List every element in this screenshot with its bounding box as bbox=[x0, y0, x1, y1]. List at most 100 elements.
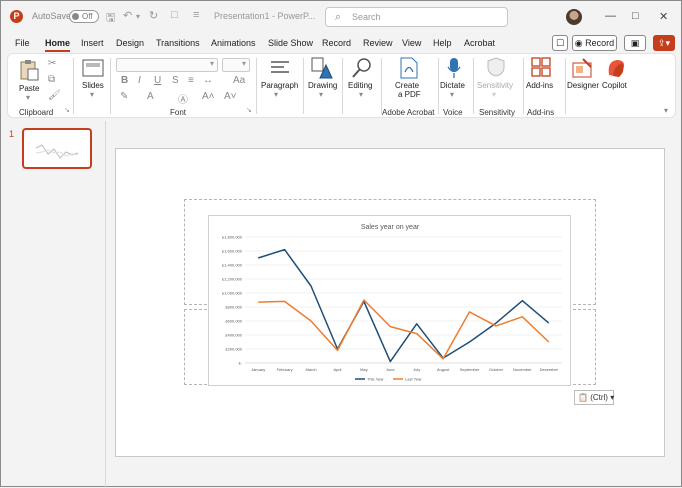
redo-icon[interactable]: ↻ bbox=[149, 9, 158, 22]
divider bbox=[438, 58, 439, 114]
increase-font-size-icon[interactable]: A˄ bbox=[202, 91, 215, 102]
editing-label[interactable]: Editing bbox=[348, 81, 372, 90]
save-icon[interactable]: 🖫 bbox=[106, 9, 115, 28]
divider bbox=[565, 58, 566, 114]
add-ins-icon[interactable] bbox=[531, 57, 551, 77]
italic-button[interactable]: I bbox=[138, 75, 141, 86]
x-tick-label: March bbox=[305, 367, 316, 372]
x-tick-label: October bbox=[489, 367, 504, 372]
microphone-icon[interactable] bbox=[446, 57, 462, 79]
tab-home[interactable]: Home bbox=[45, 38, 71, 52]
tab-view[interactable]: View bbox=[402, 38, 421, 48]
paragraph-label[interactable]: Paragraph bbox=[261, 81, 298, 90]
paragraph-icon[interactable] bbox=[270, 59, 290, 77]
font-launcher-icon[interactable]: ↘ bbox=[246, 106, 252, 114]
paste-options-label: (Ctrl) bbox=[590, 393, 608, 402]
tab-acrobat[interactable]: Acrobat bbox=[464, 38, 495, 48]
x-tick-label: August bbox=[437, 367, 450, 372]
create-pdf-label-2[interactable]: a PDF bbox=[398, 90, 421, 99]
tab-design[interactable]: Design bbox=[116, 38, 144, 48]
y-tick-label: £- bbox=[238, 361, 242, 366]
tab-animations[interactable]: Animations bbox=[211, 38, 256, 48]
font-name-dropdown[interactable]: ▾ bbox=[116, 58, 218, 72]
decrease-font-size-icon[interactable]: A˅ bbox=[224, 91, 237, 102]
undo-dropdown-icon[interactable]: ▾ bbox=[136, 12, 140, 21]
tab-slide-show[interactable]: Slide Show bbox=[268, 38, 313, 48]
y-tick-label: £1,000,000 bbox=[222, 291, 243, 296]
designer-icon[interactable] bbox=[571, 57, 593, 79]
title-bar: P AutoSave Off 🖫 ↶ ▾ ↻ □ ≡ Presentation1… bbox=[1, 1, 681, 33]
designer-label[interactable]: Designer bbox=[567, 81, 599, 90]
font-color-icon[interactable]: A bbox=[147, 91, 154, 102]
slides-dropdown-icon[interactable]: ▾ bbox=[90, 90, 94, 99]
font-size-dropdown[interactable]: ▾ bbox=[222, 58, 250, 72]
record-dot-icon: ◉ bbox=[574, 38, 583, 48]
tab-file[interactable]: File bbox=[15, 38, 30, 48]
divider bbox=[256, 58, 257, 114]
sensitivity-dropdown-icon[interactable]: ▾ bbox=[492, 90, 496, 99]
autosave-toggle[interactable]: Off bbox=[69, 10, 99, 23]
create-pdf-label-1[interactable]: Create bbox=[395, 81, 419, 90]
highlight-icon[interactable]: ✎ bbox=[120, 91, 128, 102]
clipboard-launcher-icon[interactable]: ↘ bbox=[64, 106, 70, 114]
format-painter-icon[interactable]: 🖌 bbox=[48, 90, 61, 101]
customize-toolbar-icon[interactable]: ≡ bbox=[193, 9, 199, 21]
strikethrough-button[interactable]: S bbox=[172, 75, 179, 86]
underline-button[interactable]: U bbox=[154, 75, 161, 86]
chart-svg: Sales year on year £- £200,000 £400,000 £60… bbox=[222, 224, 562, 382]
x-tick-label: January bbox=[251, 367, 265, 372]
slides-label[interactable]: Slides bbox=[82, 81, 104, 90]
chevron-down-icon: ▾ bbox=[241, 59, 246, 68]
editing-dropdown-icon[interactable]: ▾ bbox=[359, 90, 363, 99]
find-icon[interactable] bbox=[351, 57, 373, 79]
paste-options-button[interactable]: 📋 (Ctrl) ▾ bbox=[574, 390, 614, 405]
comments-icon[interactable]: ☐ bbox=[552, 35, 568, 51]
collapse-ribbon-icon[interactable]: ▾ bbox=[664, 106, 668, 115]
clear-formatting-icon[interactable]: Ⓐ bbox=[178, 91, 188, 106]
minimize-icon[interactable]: — bbox=[605, 10, 616, 22]
dictate-dropdown-icon[interactable]: ▾ bbox=[450, 90, 454, 99]
divider bbox=[73, 58, 74, 114]
paste-icon[interactable] bbox=[18, 58, 40, 82]
dictate-label[interactable]: Dictate bbox=[440, 81, 465, 90]
legend-label: Last Year bbox=[405, 377, 422, 382]
present-teams-icon[interactable]: ▣ bbox=[624, 35, 646, 51]
y-tick-label: £400,000 bbox=[225, 333, 242, 338]
character-spacing-icon[interactable]: ↔ bbox=[203, 75, 213, 86]
bold-button[interactable]: B bbox=[121, 75, 128, 86]
paste-dropdown-icon[interactable]: ▾ bbox=[26, 93, 30, 102]
copy-icon[interactable]: ⧉ bbox=[48, 74, 55, 85]
copilot-label[interactable]: Copilot bbox=[602, 81, 627, 90]
tab-record[interactable]: Record bbox=[322, 38, 351, 48]
tab-transitions[interactable]: Transitions bbox=[156, 38, 200, 48]
record-button[interactable]: ◉ Record bbox=[572, 35, 617, 51]
paste-label[interactable]: Paste bbox=[19, 84, 39, 93]
maximize-icon[interactable]: □ bbox=[632, 10, 639, 22]
undo-icon[interactable]: ↶ bbox=[123, 9, 132, 22]
line-chart[interactable]: Sales year on year £- £200,000 £400,000 £60… bbox=[208, 215, 571, 386]
add-ins-label[interactable]: Add-ins bbox=[526, 81, 553, 90]
create-pdf-icon[interactable] bbox=[399, 57, 419, 79]
present-from-beginning-icon[interactable]: □ bbox=[171, 9, 178, 21]
user-avatar[interactable] bbox=[566, 9, 582, 25]
shapes-icon[interactable] bbox=[311, 57, 333, 79]
new-slide-icon[interactable] bbox=[82, 59, 104, 79]
text-shadow-icon[interactable]: ≡ bbox=[188, 75, 194, 86]
sensitivity-label[interactable]: Sensitivity bbox=[477, 81, 513, 90]
close-icon[interactable]: ✕ bbox=[659, 10, 668, 23]
copilot-icon[interactable] bbox=[605, 57, 627, 79]
sensitivity-icon[interactable] bbox=[487, 57, 505, 77]
search-placeholder: Search bbox=[352, 12, 381, 22]
cut-icon[interactable]: ✂ bbox=[48, 58, 56, 69]
search-input[interactable]: ⌕ Search bbox=[325, 7, 508, 27]
drawing-dropdown-icon[interactable]: ▾ bbox=[319, 90, 323, 99]
paragraph-dropdown-icon[interactable]: ▾ bbox=[274, 90, 278, 99]
divider bbox=[342, 58, 343, 114]
share-button[interactable]: ⇪▾ bbox=[653, 35, 675, 51]
tab-insert[interactable]: Insert bbox=[81, 38, 104, 48]
drawing-label[interactable]: Drawing bbox=[308, 81, 337, 90]
change-case-icon[interactable]: Aa bbox=[233, 75, 245, 86]
tab-review[interactable]: Review bbox=[363, 38, 393, 48]
tab-help[interactable]: Help bbox=[433, 38, 452, 48]
slide-thumbnail[interactable] bbox=[22, 128, 92, 169]
